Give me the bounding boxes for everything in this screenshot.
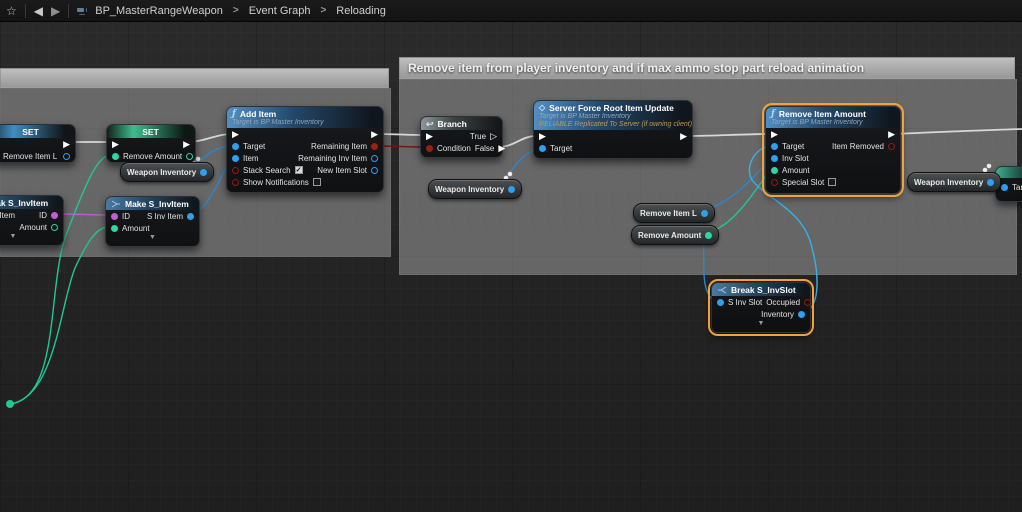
pin-id-out[interactable] [51, 212, 58, 219]
exec-in-pin[interactable] [232, 130, 239, 139]
node-title: Server Force Root Item Update [549, 103, 674, 113]
pin-s-inv-item-out[interactable] [187, 213, 194, 220]
exec-out-pin[interactable] [63, 140, 70, 149]
pin-remaining-inv-item[interactable] [371, 155, 378, 162]
true-exec-pin[interactable] [490, 132, 497, 141]
node-title: SET [0, 125, 75, 138]
pin-amount-in[interactable] [111, 225, 118, 232]
pill-weapon-inventory[interactable]: Weapon Inventory [907, 172, 1001, 192]
pin-weapon-inventory[interactable] [508, 186, 515, 193]
collapse-arrow-icon[interactable] [106, 234, 199, 244]
node-title: Branch [438, 119, 467, 129]
collapse-arrow-icon[interactable] [0, 233, 63, 243]
pin-remove-item-l[interactable] [701, 210, 708, 217]
id-wire [56, 214, 110, 215]
pin-special-slot[interactable] [771, 179, 778, 186]
blueprint-graph-icon [77, 7, 87, 15]
node-title: Make S_InvItem [125, 199, 189, 209]
node-title: Break S_InvItem [0, 198, 48, 208]
bookmark-star-icon[interactable] [6, 5, 17, 17]
exec-in-pin[interactable] [539, 132, 546, 141]
pin-show-notifications[interactable] [232, 179, 239, 186]
pill-weapon-inventory[interactable]: Weapon Inventory [120, 162, 214, 182]
exec-out-pin[interactable] [888, 130, 895, 139]
node-title: Add Item [240, 109, 276, 119]
node-title: Remove Item Amount [779, 109, 866, 119]
node-server-force-root-item-update[interactable]: Server Force Root Item Update Target is … [533, 100, 693, 159]
pin-inv-slot[interactable] [771, 155, 778, 162]
node-subtitle: Target is BP Master Inventory [771, 119, 894, 127]
back-arrow-icon[interactable] [34, 5, 43, 17]
node-add-item[interactable]: Add Item Target is BP Master Inventory T… [226, 106, 384, 193]
server-rpc-icon [539, 103, 545, 113]
exec-out-pin[interactable] [183, 140, 190, 149]
pin-new-item-slot[interactable] [371, 167, 378, 174]
show-notifications-checkbox[interactable] [313, 178, 321, 186]
pin-inventory[interactable] [798, 311, 805, 318]
collapse-arrow-icon[interactable] [712, 320, 810, 330]
pin-s-inv-slot[interactable] [717, 299, 724, 306]
pin-remove-amount[interactable] [112, 153, 119, 160]
node-set-remove-item-l[interactable]: SET Remove Item L [0, 124, 76, 163]
exec-out-pin[interactable] [371, 130, 378, 139]
false-exec-pin[interactable] [498, 144, 505, 153]
pin-weapon-inventory[interactable] [200, 169, 207, 176]
function-icon [771, 109, 775, 119]
breadcrumb-separator: > [318, 5, 328, 16]
breadcrumb-separator: > [231, 5, 241, 16]
breadcrumb-event-graph[interactable]: Event Graph [249, 5, 311, 17]
pin-target[interactable] [1001, 184, 1008, 191]
branch-icon [426, 119, 434, 129]
pin-occupied[interactable] [804, 299, 811, 306]
pin-amount[interactable] [771, 167, 778, 174]
node-break-s-invitem[interactable]: Break S_InvItem S Inv Item ID Amount [0, 195, 64, 246]
pin-target[interactable] [232, 143, 239, 150]
breadcrumb-reloading[interactable]: Reloading [336, 5, 386, 17]
pin-id-in[interactable] [111, 213, 118, 220]
toolbar-divider [25, 4, 26, 18]
breadcrumb-toolbar: BP_MasterRangeWeapon > Event Graph > Rel… [0, 0, 1022, 22]
wire-layer [0, 0, 1022, 512]
reroute-node-green [6, 400, 14, 408]
pin-target[interactable] [771, 143, 778, 150]
node-subtitle: Target is BP Master Inventory [232, 119, 377, 127]
exec-in-pin[interactable] [426, 132, 433, 141]
toolbar-divider [68, 4, 69, 18]
special-slot-checkbox[interactable] [828, 178, 836, 186]
pin-remaining-item[interactable] [371, 143, 378, 150]
pill-remove-amount[interactable]: Remove Amount [631, 225, 719, 245]
node-set-remove-amount[interactable]: SET Remove Amount [106, 124, 196, 163]
breadcrumb-blueprint[interactable]: BP_MasterRangeWeapon [95, 5, 223, 17]
exec-in-pin[interactable] [771, 130, 778, 139]
pin-remove-amount[interactable] [705, 232, 712, 239]
pin-target[interactable] [539, 145, 546, 152]
function-icon [232, 109, 236, 119]
break-struct-icon [717, 286, 727, 294]
node-title: SET [107, 125, 195, 138]
blueprint-event-graph: BP_MasterRangeWeapon > Event Graph > Rel… [0, 0, 1022, 512]
pin-item-removed[interactable] [888, 143, 895, 150]
pin-amount-out[interactable] [51, 224, 58, 231]
node-subtitle: Target is BP Master Inventory [539, 113, 686, 121]
pill-weapon-inventory[interactable]: Weapon Inventory [428, 179, 522, 199]
node-subtitle-replication: RELIABLE Replicated To Server (if owning… [539, 121, 686, 129]
int-wires [10, 154, 770, 404]
pin-stack-search[interactable] [232, 167, 239, 174]
exec-out-pin[interactable] [680, 132, 687, 141]
pin-condition[interactable] [426, 145, 433, 152]
node-branch[interactable]: Branch True Condition False [420, 116, 503, 158]
node-remove-item-amount[interactable]: Remove Item Amount Target is BP Master I… [765, 106, 901, 194]
pill-remove-item-l[interactable]: Remove Item L [633, 203, 715, 223]
stack-search-checkbox[interactable] [295, 166, 303, 174]
node-break-s-invslot[interactable]: Break S_InvSlot S Inv Slot Occupied Inve… [711, 282, 811, 333]
make-struct-icon [111, 200, 121, 208]
node-make-s-invitem[interactable]: Make S_InvItem ID S Inv Item Amount [105, 196, 200, 247]
pin-item[interactable] [232, 155, 239, 162]
node-title: Break S_InvSlot [731, 285, 796, 295]
pin-output-value[interactable] [186, 153, 193, 160]
pin-output-value[interactable] [63, 153, 70, 160]
forward-arrow-icon[interactable] [51, 5, 60, 17]
pin-weapon-inventory[interactable] [987, 179, 994, 186]
exec-in-pin[interactable] [112, 140, 119, 149]
